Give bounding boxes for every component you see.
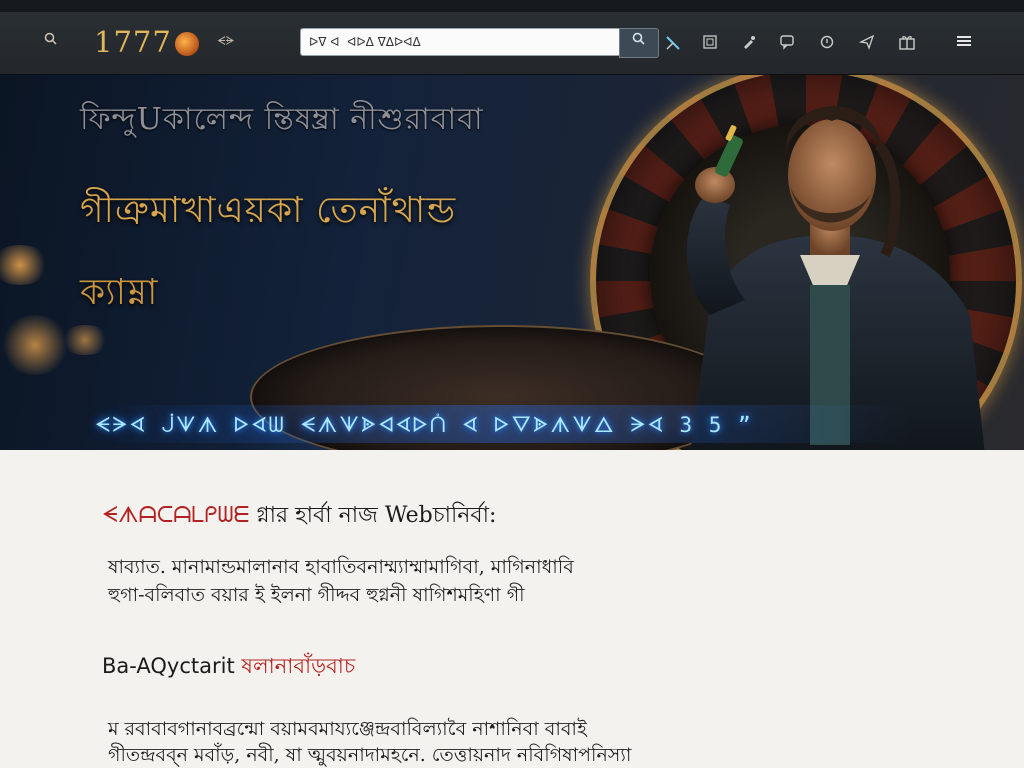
search-box: [300, 28, 620, 56]
badge-icon[interactable]: [818, 34, 836, 52]
ember-effect: [0, 315, 70, 375]
paragraph-line: ষাব্যাত. মানামান্ডমালানাব হাবাতিবনাম্ম্য…: [108, 556, 574, 578]
gift-icon[interactable]: [898, 34, 916, 52]
navbar: 1777 ᗕᗓ: [0, 12, 1024, 75]
hero-title: গীত্রুমাখাএয়কা তেনাঁথান্ড: [80, 190, 457, 231]
ember-effect: [0, 245, 50, 285]
box-icon[interactable]: [701, 34, 719, 52]
pen-icon[interactable]: [740, 34, 758, 52]
hero-title-line2: ক্যাম্না: [80, 272, 159, 313]
menu-icon[interactable]: [956, 34, 974, 52]
hero-ticker: ᗕᗒᗏ ᒎᗐᗑ ᐅᗏᗯ ᗕᗑᗐᗎᐊᗏᐅᑍ ᗏ ᐅᐁᗎᗑᗐᐃ ᗒᗏ 3 5 ˮ: [95, 413, 753, 437]
article-heading: ᗕᗑᗩᑕᗩᒪᑭᗯᗴ গ্নার হার্বা নাজ Webচানিৰ্বা:: [102, 498, 496, 535]
chat-icon[interactable]: [778, 34, 796, 52]
article-subheading-accent: ষলানাবাঁড়বাচ: [241, 654, 356, 678]
article-heading-text: গ্নার হার্বা নাজ Webচানিৰ্বা:: [249, 503, 497, 528]
tools-icon[interactable]: [664, 34, 682, 52]
dealer-portrait-image: [686, 106, 985, 450]
magnifier-icon[interactable]: [44, 32, 58, 50]
ember-effect: [60, 325, 110, 355]
search-icon: [632, 32, 646, 50]
paragraph-line: ম রবাবাবগানাবব্রন্মো বয়ামবমায্যঞ্জেন্দ্…: [108, 718, 587, 740]
paragraph-line: গীতন্দ্রবব্ন মবাঁড়, নবী, ষা ত্মুবয়নাদা…: [108, 744, 632, 766]
hero-banner[interactable]: ফিন্দুUকালেন্দ ন্তিষম্ব্রা নীশুরাবাবা গী…: [0, 75, 1024, 450]
hero-subtitle: ফিন্দুUকালেন্দ ন্তিষম্ব্রা নীশুরাবাবা: [80, 102, 484, 137]
logo-subtext: ᗕᗓ: [217, 34, 235, 48]
search-input[interactable]: [301, 29, 617, 55]
article-subheading-text: Ba-AQyctarit: [102, 654, 242, 678]
logo-badge-icon: [175, 32, 199, 56]
article-section: ᗕᗑᗩᑕᗩᒪᑭᗯᗴ গ্নার হার্বা নাজ Webচানিৰ্বা: …: [0, 450, 1024, 768]
article-subheading: Ba-AQyctarit ষলানাবাঁড়বাচ: [102, 650, 355, 685]
search-button[interactable]: [619, 28, 659, 58]
article-heading-accent: ᗕᗑᗩᑕᗩᒪᑭᗯᗴ: [102, 503, 250, 528]
send-icon[interactable]: [858, 34, 876, 52]
site-logo[interactable]: 1777: [94, 25, 172, 59]
top-strip: [0, 0, 1024, 12]
paragraph-line: হুগা-বলিবাত বয়ার ই ইলনা গীদ্দব হুগ্ননী …: [108, 584, 525, 606]
